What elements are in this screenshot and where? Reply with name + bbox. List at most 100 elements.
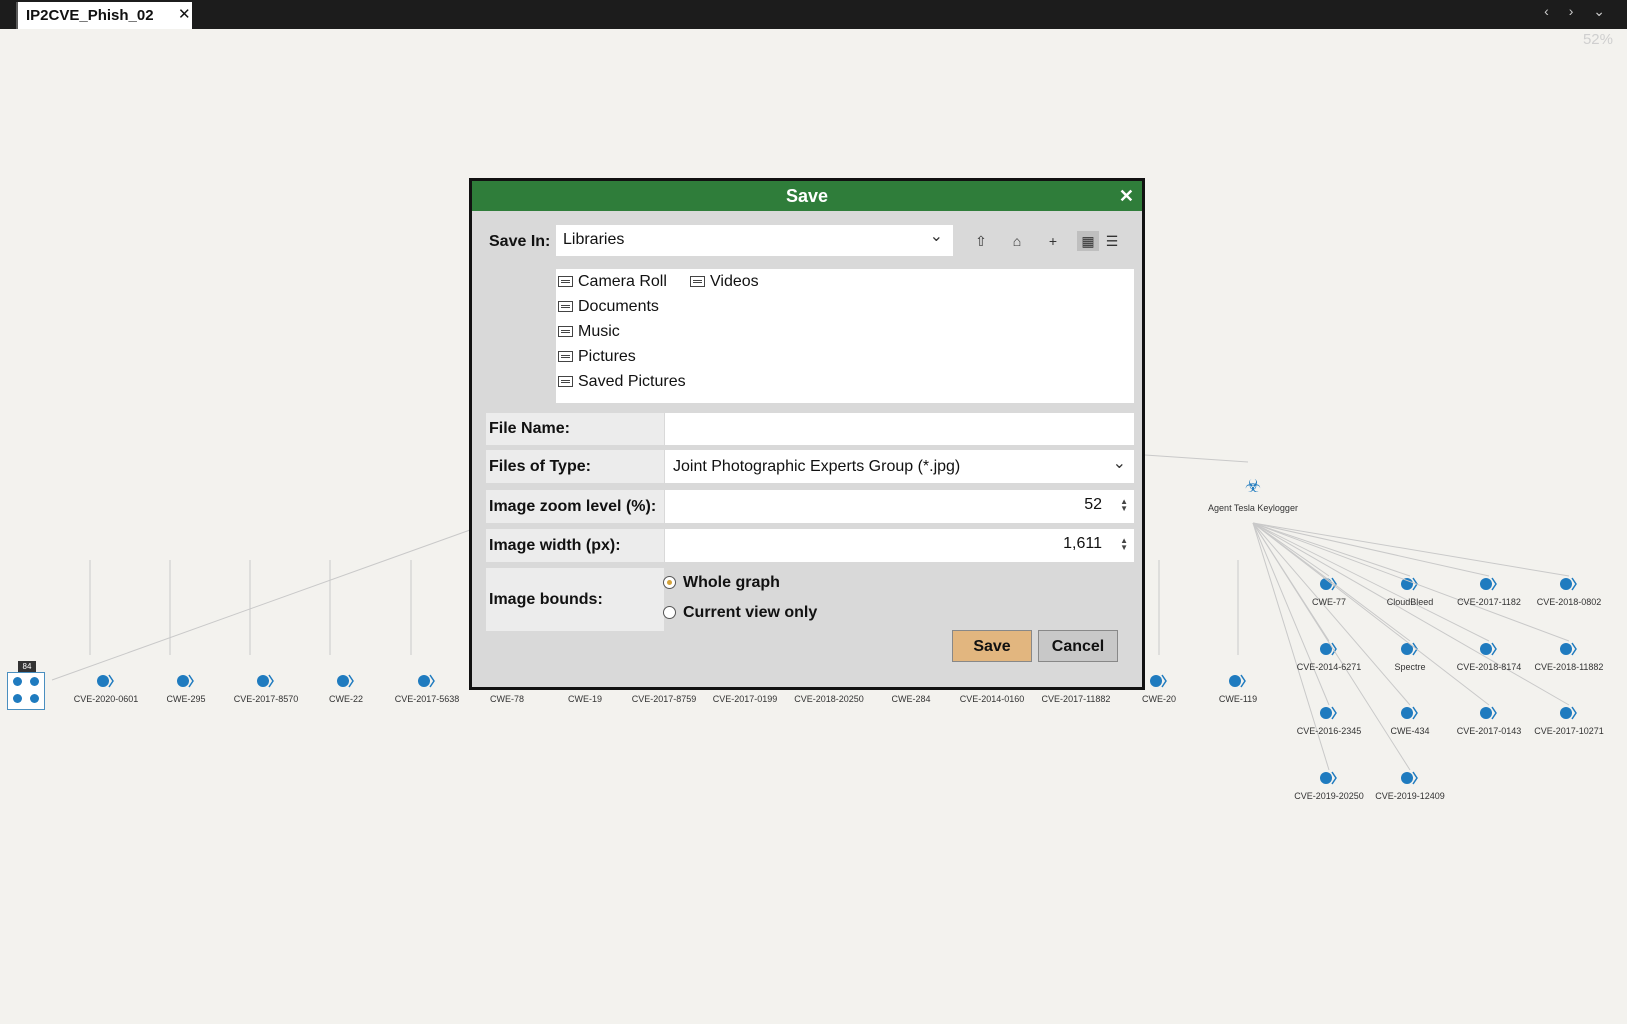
file-name-row: File Name: bbox=[486, 413, 1134, 445]
cve-node-icon[interactable] bbox=[1320, 706, 1337, 720]
node-label: CVE-2020-0601 bbox=[73, 694, 139, 704]
mini-node-icon bbox=[30, 694, 39, 703]
file-list[interactable]: Camera Roll Documents Music Pictures Sav… bbox=[556, 269, 1134, 403]
cve-node-icon[interactable] bbox=[1480, 706, 1497, 720]
save-in-label: Save In: bbox=[489, 233, 551, 250]
graph-edge bbox=[51, 529, 471, 681]
folder-icon bbox=[690, 276, 705, 287]
list-view-icon[interactable]: ☰ bbox=[1101, 231, 1123, 251]
zoom-stepper[interactable]: 52 ▲ ▼ bbox=[665, 490, 1134, 523]
radio-unselected-icon bbox=[663, 606, 676, 619]
cve-node-icon[interactable] bbox=[1401, 642, 1418, 656]
node-label: CVE-2017-1182 bbox=[1457, 597, 1521, 607]
group-count-badge: 84 bbox=[18, 661, 36, 672]
node-label: CWE-434 bbox=[1390, 726, 1430, 736]
node-label: CWE-77 bbox=[1311, 597, 1347, 607]
cve-node-icon[interactable] bbox=[1150, 674, 1167, 688]
list-item[interactable]: Documents bbox=[558, 298, 659, 316]
bounds-label: Image bounds: bbox=[486, 568, 664, 631]
spinner-icon[interactable]: ▲ ▼ bbox=[1120, 537, 1128, 552]
file-name-input[interactable] bbox=[665, 413, 1134, 445]
node-label: CVE-2018-20250 bbox=[794, 694, 864, 704]
list-item[interactable]: Saved Pictures bbox=[558, 373, 686, 391]
file-type-dropdown[interactable]: Joint Photographic Experts Group (*.jpg)… bbox=[665, 450, 1134, 483]
folder-icon bbox=[558, 326, 573, 337]
node-label: CWE-295 bbox=[166, 694, 206, 704]
node-label: CVE-2017-8759 bbox=[631, 694, 697, 704]
save-button[interactable]: Save bbox=[952, 630, 1032, 662]
list-item[interactable]: Music bbox=[558, 323, 620, 341]
node-label: CWE-22 bbox=[328, 694, 364, 704]
cve-node-icon[interactable] bbox=[97, 674, 114, 688]
node-label: CloudBleed bbox=[1386, 597, 1434, 607]
cve-node-icon[interactable] bbox=[1320, 771, 1337, 785]
node-label: CWE-20 bbox=[1141, 694, 1177, 704]
biohazard-icon[interactable]: ☣ bbox=[1245, 476, 1261, 497]
cve-node-icon[interactable] bbox=[1401, 706, 1418, 720]
mini-node-icon bbox=[13, 677, 22, 686]
node-label: CVE-2017-5638 bbox=[394, 694, 460, 704]
save-in-dropdown[interactable]: Libraries ⌄ bbox=[556, 225, 953, 256]
mini-node-icon bbox=[13, 694, 22, 703]
graph-edge bbox=[1144, 454, 1249, 463]
list-item[interactable]: Camera Roll bbox=[558, 273, 667, 291]
node-label: CVE-2017-10271 bbox=[1534, 726, 1604, 736]
list-item[interactable]: Pictures bbox=[558, 348, 636, 366]
node-label: CVE-2018-8174 bbox=[1456, 662, 1522, 672]
cve-node-icon[interactable] bbox=[257, 674, 274, 688]
group-node[interactable] bbox=[7, 672, 45, 710]
node-label: CVE-2017-0143 bbox=[1456, 726, 1522, 736]
file-type-row: Files of Type: Joint Photographic Expert… bbox=[486, 450, 1134, 483]
node-label: CWE-119 bbox=[1218, 694, 1258, 704]
graph-edge bbox=[1252, 522, 1490, 706]
cve-node-icon[interactable] bbox=[1401, 771, 1418, 785]
mini-node-icon bbox=[30, 677, 39, 686]
folder-icon bbox=[558, 351, 573, 362]
dialog-close-icon[interactable]: ✕ bbox=[1119, 181, 1134, 211]
width-label: Image width (px): bbox=[486, 529, 664, 562]
cve-node-icon[interactable] bbox=[1480, 577, 1497, 591]
file-name-label: File Name: bbox=[486, 413, 664, 445]
radio-current-view[interactable]: Current view only bbox=[663, 604, 817, 622]
dialog-title: Save bbox=[785, 186, 829, 206]
radio-selected-icon bbox=[663, 576, 676, 589]
width-value: 1,611 bbox=[1063, 535, 1102, 552]
cve-node-icon[interactable] bbox=[337, 674, 354, 688]
graph-edge bbox=[1252, 522, 1411, 706]
node-label: CVE-2019-20250 bbox=[1294, 791, 1364, 801]
node-label: CVE-2017-11882 bbox=[1041, 694, 1111, 704]
width-stepper[interactable]: 1,611 ▲ ▼ bbox=[665, 529, 1134, 562]
spinner-icon[interactable]: ▲ ▼ bbox=[1120, 498, 1128, 513]
node-label: Spectre bbox=[1394, 662, 1426, 672]
node-label: CWE-284 bbox=[891, 694, 931, 704]
file-toolbar: ⇧ ⌂ + ▦ ☰ bbox=[970, 228, 1150, 256]
save-in-value: Libraries bbox=[563, 231, 625, 248]
zoom-value: 52 bbox=[1084, 496, 1102, 513]
hub-node-label: Agent Tesla Keylogger bbox=[1208, 503, 1298, 513]
cve-node-icon[interactable] bbox=[1560, 642, 1577, 656]
node-label: CVE-2016-2345 bbox=[1296, 726, 1362, 736]
node-label: CVE-2017-8570 bbox=[233, 694, 299, 704]
cve-node-icon[interactable] bbox=[1560, 706, 1577, 720]
node-label: CVE-2014-0160 bbox=[959, 694, 1025, 704]
new-folder-icon[interactable]: + bbox=[1042, 231, 1064, 251]
cve-node-icon[interactable] bbox=[1480, 642, 1497, 656]
home-icon[interactable]: ⌂ bbox=[1006, 231, 1028, 251]
grid-view-icon[interactable]: ▦ bbox=[1077, 231, 1099, 251]
folder-icon bbox=[558, 376, 573, 387]
cve-node-icon[interactable] bbox=[1229, 674, 1246, 688]
cve-node-icon[interactable] bbox=[418, 674, 435, 688]
folder-icon bbox=[558, 301, 573, 312]
node-label: CVE-2014-6271 bbox=[1296, 662, 1362, 672]
cve-node-icon[interactable] bbox=[1560, 577, 1577, 591]
file-type-label: Files of Type: bbox=[486, 450, 664, 483]
cancel-button[interactable]: Cancel bbox=[1038, 630, 1118, 662]
node-label: CVE-2019-12409 bbox=[1375, 791, 1445, 801]
radio-whole-graph[interactable]: Whole graph bbox=[663, 574, 780, 592]
cve-node-icon[interactable] bbox=[1401, 577, 1418, 591]
up-folder-icon[interactable]: ⇧ bbox=[970, 231, 992, 251]
cve-node-icon[interactable] bbox=[177, 674, 194, 688]
node-label: CVE-2017-0199 bbox=[712, 694, 778, 704]
file-type-value: Joint Photographic Experts Group (*.jpg) bbox=[673, 458, 961, 475]
list-item[interactable]: Videos bbox=[690, 273, 759, 291]
